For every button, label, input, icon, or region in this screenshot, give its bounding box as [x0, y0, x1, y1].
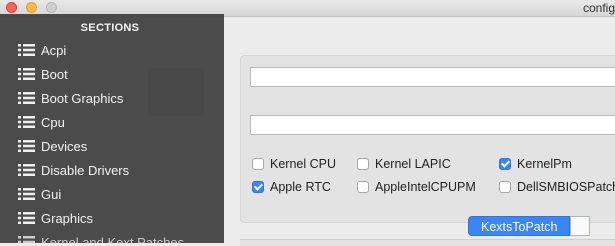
tab-next[interactable]	[570, 216, 591, 236]
list-icon	[18, 212, 35, 224]
sidebar-item-label: Graphics	[41, 210, 94, 226]
checkbox-label: Kernel CPU	[270, 157, 336, 171]
sidebar-item-label: Cpu	[41, 114, 65, 130]
sections-sidebar: SECTIONS Acpi Boot Boot Graphics Cpu Dev…	[0, 14, 224, 243]
minimize-window-button[interactable]	[26, 2, 37, 13]
checkbox-label: DellSMBIOSPatch	[517, 180, 615, 194]
list-icon	[18, 236, 35, 243]
apple-rtc-checkbox[interactable]: Apple RTC	[252, 179, 331, 195]
list-icon	[18, 188, 35, 200]
sidebar-item-label: Gui	[41, 186, 62, 202]
checkbox-box	[252, 181, 264, 193]
main-content: Kernel CPU Kernel LAPIC KernelPm Apple R…	[224, 17, 615, 246]
sidebar-item-graphics[interactable]: Graphics	[0, 206, 224, 230]
checkbox-label: AppleIntelCPUPM	[375, 180, 476, 194]
checkbox-label: Apple RTC	[270, 180, 331, 194]
window-title: config	[582, 1, 615, 15]
sidebar-item-devices[interactable]: Devices	[0, 134, 224, 158]
tab-kexts-to-patch[interactable]: KextsToPatch	[468, 216, 571, 236]
text-field-2[interactable]	[250, 115, 615, 135]
checkbox-box	[357, 158, 369, 170]
text-field-1[interactable]	[250, 67, 615, 87]
sidebar-item-label: Kernel and Kext Patches	[41, 234, 185, 244]
sidebar-item-boot-graphics[interactable]: Boot Graphics	[0, 86, 224, 110]
checkbox-label: KernelPm	[517, 157, 572, 171]
kernel-lapic-checkbox[interactable]: Kernel LAPIC	[357, 156, 451, 172]
list-icon	[18, 164, 35, 176]
dellsmbiospatch-checkbox[interactable]: DellSMBIOSPatch	[499, 179, 615, 195]
list-icon	[18, 68, 35, 80]
close-window-button[interactable]	[6, 2, 17, 13]
list-icon	[18, 140, 35, 152]
sidebar-item-label: Boot Graphics	[41, 90, 124, 106]
sidebar-item-label: Acpi	[41, 42, 67, 58]
sidebar-item-boot[interactable]: Boot	[0, 62, 224, 86]
sidebar-list: Acpi Boot Boot Graphics Cpu Devices Disa…	[0, 38, 224, 243]
checkbox-box	[252, 158, 264, 170]
sidebar-item-gui[interactable]: Gui	[0, 182, 224, 206]
patches-tab-bar: KextsToPatch	[468, 216, 591, 236]
sidebar-item-kernel-and-kext-patches[interactable]: Kernel and Kext Patches	[0, 230, 224, 243]
checkbox-box	[357, 181, 369, 193]
sidebar-item-acpi[interactable]: Acpi	[0, 38, 224, 62]
list-icon	[18, 116, 35, 128]
kernel-patches-panel: Kernel CPU Kernel LAPIC KernelPm Apple R…	[240, 55, 615, 223]
kernel-cpu-checkbox[interactable]: Kernel CPU	[252, 156, 336, 172]
sidebar-item-label: Disable Drivers	[41, 162, 130, 178]
list-icon	[18, 92, 35, 104]
appleintelcpupm-checkbox[interactable]: AppleIntelCPUPM	[357, 179, 476, 195]
kernelpm-checkbox[interactable]: KernelPm	[499, 156, 572, 172]
sidebar-item-disable-drivers[interactable]: Disable Drivers	[0, 158, 224, 182]
zoom-window-button[interactable]	[46, 2, 57, 13]
sidebar-heading: SECTIONS	[80, 22, 140, 34]
checkbox-box	[499, 181, 511, 193]
sidebar-item-label: Devices	[41, 138, 88, 154]
sidebar-item-label: Boot	[41, 66, 68, 82]
list-icon	[18, 44, 35, 56]
checkbox-label: Kernel LAPIC	[375, 157, 451, 171]
checkbox-box	[499, 158, 511, 170]
sidebar-item-cpu[interactable]: Cpu	[0, 110, 224, 134]
